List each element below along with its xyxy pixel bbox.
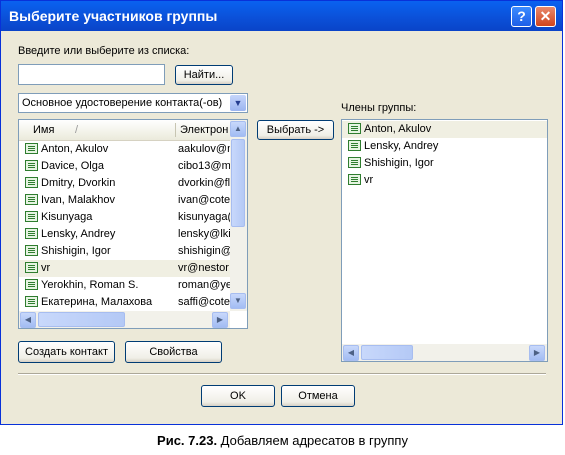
contact-email: saffi@cote — [178, 296, 230, 308]
contact-email: cibo13@m — [178, 160, 230, 172]
contact-name: Lensky, Andrey — [41, 228, 116, 240]
scroll-right-arrow-icon[interactable]: ▶ — [212, 312, 228, 328]
ok-button[interactable]: OK — [201, 385, 275, 407]
horizontal-scroll-thumb[interactable] — [38, 312, 125, 327]
member-row[interactable]: Anton, Akulov — [342, 121, 547, 138]
members-label: Члены группы: — [341, 102, 417, 114]
help-button[interactable]: ? — [511, 6, 532, 27]
contact-row[interactable]: Ivan, Malakhov ivan@cote — [19, 192, 231, 209]
member-name: Shishigin, Igor — [364, 157, 434, 169]
contacts-list[interactable]: Имя / Электрон Anton, Akulov aakulov@n Dav… — [18, 119, 248, 329]
scroll-left-arrow-icon[interactable]: ◀ — [20, 312, 36, 328]
select-group-members-dialog: Выберите участников группы ? ✕ Введите и… — [0, 0, 563, 425]
title-bar[interactable]: Выберите участников группы ? ✕ — [1, 1, 562, 31]
member-row[interactable]: vr — [342, 172, 547, 189]
search-prompt-label: Введите или выберите из списка: — [18, 45, 190, 57]
contact-name: Yerokhin, Roman S. — [41, 279, 139, 291]
contact-card-icon — [348, 123, 361, 134]
member-name: Lensky, Andrey — [364, 140, 439, 152]
contact-email: vr@nestor — [178, 262, 229, 274]
properties-button[interactable]: Свойства — [125, 341, 222, 363]
contact-row[interactable]: Shishigin, Igor shishigin@ — [19, 243, 231, 260]
contacts-horizontal-scrollbar[interactable]: ◀ ▶ — [19, 311, 230, 328]
contact-email: shishigin@ — [178, 245, 230, 257]
horizontal-scroll-thumb[interactable] — [361, 345, 413, 360]
contact-card-icon — [25, 262, 38, 273]
scroll-right-arrow-icon[interactable]: ▶ — [529, 345, 545, 361]
scroll-up-arrow-icon[interactable]: ▲ — [230, 121, 246, 137]
contact-card-icon — [25, 177, 38, 188]
contact-row[interactable]: Davice, Olga cibo13@m — [19, 158, 231, 175]
contact-card-icon — [25, 279, 38, 290]
sort-ascending-icon: / — [75, 124, 79, 136]
contact-card-icon — [25, 296, 38, 307]
member-row[interactable]: Shishigin, Igor — [342, 155, 547, 172]
scroll-down-arrow-icon[interactable]: ▼ — [230, 293, 246, 309]
contact-name: Екатерина, Малахова — [41, 296, 153, 308]
contact-email: roman@ye — [178, 279, 230, 291]
contact-name: Davice, Olga — [41, 160, 104, 172]
members-horizontal-scrollbar[interactable]: ◀ ▶ — [342, 344, 547, 361]
contact-name: Dmitry, Dvorkin — [41, 177, 116, 189]
contact-card-icon — [25, 143, 38, 154]
contact-card-icon — [348, 157, 361, 168]
contact-card-icon — [25, 211, 38, 222]
contact-card-icon — [348, 140, 361, 151]
contacts-vertical-scrollbar[interactable]: ▲ ▼ — [230, 120, 247, 311]
contact-row[interactable]: Dmitry, Dvorkin dvorkin@fl — [19, 175, 231, 192]
contact-row[interactable]: Yerokhin, Roman S. roman@ye — [19, 277, 231, 294]
search-input[interactable] — [18, 64, 165, 85]
contact-card-icon — [25, 160, 38, 171]
contact-email: ivan@cote — [178, 194, 230, 206]
divider — [18, 373, 546, 374]
contact-email: kisunyaga( — [178, 211, 230, 223]
find-button[interactable]: Найти... — [175, 65, 233, 85]
contact-email: lensky@lki — [178, 228, 230, 240]
contact-email: aakulov@n — [178, 143, 230, 155]
address-book-select[interactable]: Основное удостоверение контакта(-ов) ▼ — [18, 93, 248, 113]
cancel-button[interactable]: Отмена — [281, 385, 355, 407]
contact-card-icon — [25, 245, 38, 256]
vertical-scroll-thumb[interactable] — [231, 139, 245, 227]
figure-number: Рис. 7.23. — [157, 433, 218, 448]
group-members-list[interactable]: Anton, Akulov Lensky, Andrey Shishigin, Ig… — [341, 119, 548, 362]
column-header-name[interactable]: Имя — [33, 124, 54, 136]
figure-caption: Рис. 7.23. Добавляем адресатов в группу — [0, 433, 565, 448]
contact-name: Anton, Akulov — [41, 143, 109, 155]
dialog-title: Выберите участников группы — [9, 8, 218, 24]
contact-name: Shishigin, Igor — [41, 245, 111, 257]
contact-card-icon — [348, 174, 361, 185]
chevron-down-icon[interactable]: ▼ — [230, 95, 246, 111]
contact-name: vr — [41, 262, 51, 274]
contact-row[interactable]: Lensky, Andrey lensky@lki — [19, 226, 231, 243]
contact-email: dvorkin@fl — [178, 177, 230, 189]
contact-card-icon — [25, 228, 38, 239]
address-book-selected-value: Основное удостоверение контакта(-ов) — [22, 97, 223, 109]
member-row[interactable]: Lensky, Andrey — [342, 138, 547, 155]
contact-name: Ivan, Malakhov — [41, 194, 115, 206]
contact-card-icon — [25, 194, 38, 205]
member-name: Anton, Akulov — [364, 123, 432, 135]
column-header-email[interactable]: Электрон — [180, 124, 228, 136]
column-divider[interactable] — [175, 123, 176, 137]
scroll-left-arrow-icon[interactable]: ◀ — [343, 345, 359, 361]
contacts-list-header: Имя / Электрон — [19, 120, 231, 141]
close-button[interactable]: ✕ — [535, 6, 556, 27]
contact-name: Kisunyaga — [41, 211, 93, 223]
figure-caption-text: Добавляем адресатов в группу — [217, 433, 408, 448]
contact-row[interactable]: Екатерина, Малахова saffi@cote — [19, 294, 231, 311]
contact-row[interactable]: vr vr@nestor — [19, 260, 231, 277]
create-contact-button[interactable]: Создать контакт — [18, 341, 115, 363]
contact-row[interactable]: Anton, Akulov aakulov@n — [19, 141, 231, 158]
member-name: vr — [364, 174, 374, 186]
contact-row[interactable]: Kisunyaga kisunyaga( — [19, 209, 231, 226]
select-member-button[interactable]: Выбрать -> — [257, 120, 334, 140]
